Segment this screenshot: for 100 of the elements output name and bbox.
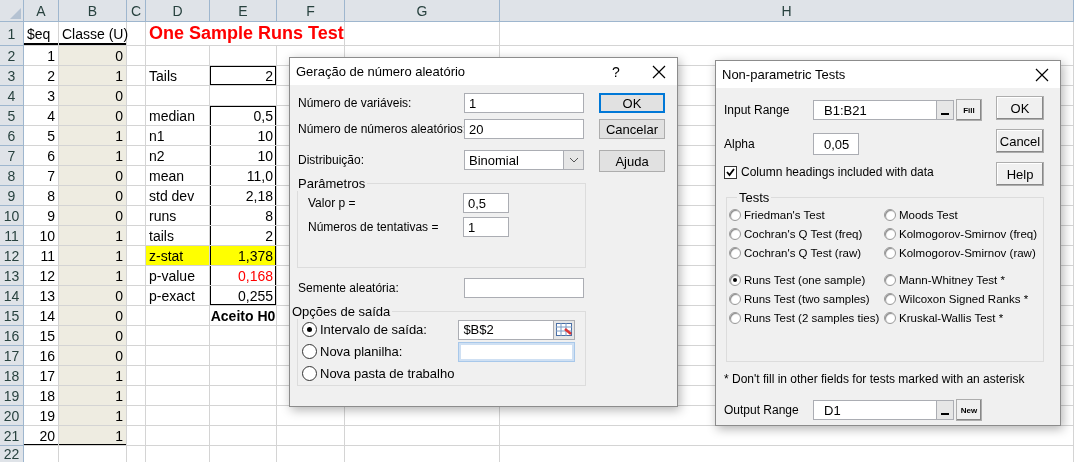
row-header[interactable]: 15 [0, 306, 24, 326]
radio-button[interactable] [729, 247, 741, 259]
row-header[interactable]: 20 [0, 406, 24, 426]
radio-option[interactable]: Kruskal-Wallis Test * [884, 312, 1043, 324]
radio-option[interactable]: Intervalo de saída: [302, 322, 459, 337]
radio-button[interactable] [884, 312, 896, 324]
column-header[interactable]: H [500, 0, 1074, 22]
radio-button[interactable] [302, 366, 317, 381]
column-header[interactable]: F [277, 0, 345, 22]
dialog-button[interactable]: Help [996, 162, 1044, 186]
collapse-button[interactable] [936, 101, 953, 119]
radio-option[interactable]: Friedman's Test [729, 209, 884, 221]
fill-button[interactable]: Fill [956, 99, 982, 121]
dialog-button[interactable]: OK [996, 96, 1044, 120]
dropdown[interactable]: Binomial [464, 150, 584, 170]
radio-button[interactable] [729, 274, 741, 286]
row-header[interactable]: 19 [0, 386, 24, 406]
close-icon [652, 64, 666, 79]
radio-option[interactable]: Runs Test (two samples) [729, 293, 884, 305]
row-header[interactable]: 18 [0, 366, 24, 386]
radio-option[interactable]: Kolmogorov-Smirnov (raw) [884, 247, 1043, 259]
radio-button[interactable] [884, 274, 896, 286]
dialog-button[interactable]: OK [599, 93, 665, 113]
row-header[interactable]: 11 [0, 226, 24, 246]
row-header[interactable]: 21 [0, 426, 24, 446]
input-field[interactable]: 0,05 [813, 133, 859, 155]
row-header[interactable]: 12 [0, 246, 24, 266]
row-header[interactable]: 2 [0, 46, 24, 66]
row-header[interactable]: 1 [0, 22, 24, 46]
input-field[interactable]: 0,5 [463, 193, 509, 213]
radio-option[interactable]: Cochran's Q Test (raw) [729, 247, 884, 259]
column-header[interactable]: C [127, 0, 146, 22]
radio-button[interactable] [884, 209, 896, 221]
row-header[interactable]: 8 [0, 166, 24, 186]
row-header[interactable]: 13 [0, 266, 24, 286]
table-cell: mean [146, 166, 210, 186]
radio-option[interactable]: Cochran's Q Test (freq) [729, 228, 884, 240]
row-header[interactable]: 9 [0, 186, 24, 206]
dialog-button[interactable]: Cancelar [599, 119, 665, 139]
empty-cell [127, 226, 146, 246]
radio-option[interactable]: Moods Test [884, 209, 1043, 221]
row-header[interactable]: 4 [0, 86, 24, 106]
empty-cell [127, 426, 146, 446]
dialog-button[interactable]: Cancel [996, 129, 1044, 153]
table-cell: 0 [59, 106, 127, 126]
select-all-corner[interactable] [0, 0, 24, 22]
input-field[interactable]: $B$2 [458, 319, 575, 340]
range-picker-button[interactable] [553, 320, 574, 339]
caret-icon [568, 157, 579, 163]
row-header[interactable]: 10 [0, 206, 24, 226]
radio-button[interactable] [729, 312, 741, 324]
group-label: Opções de saída [291, 304, 392, 319]
column-header[interactable]: A [24, 0, 59, 22]
input-field[interactable]: D1 [813, 400, 954, 420]
input-field[interactable] [464, 278, 584, 298]
row-header[interactable]: 7 [0, 146, 24, 166]
input-field[interactable]: 1 [463, 217, 509, 237]
column-header[interactable]: E [210, 0, 277, 22]
help-button[interactable]: ? [601, 63, 631, 80]
field-label: Números de tentativas = [308, 220, 440, 234]
checkbox[interactable] [724, 165, 737, 179]
row-header[interactable]: 16 [0, 326, 24, 346]
radio-button[interactable] [729, 209, 741, 221]
empty-cell [146, 46, 210, 66]
collapse-icon [941, 413, 949, 416]
radio-option[interactable]: Kolmogorov-Smirnov (freq) [884, 228, 1043, 240]
field-label: Semente aleatória: [298, 281, 400, 295]
group-label: Parâmetros [297, 176, 367, 191]
row-header[interactable]: 3 [0, 66, 24, 86]
radio-option[interactable]: Wilcoxon Signed Ranks * [884, 293, 1043, 305]
input-field[interactable]: B1:B21 [813, 100, 954, 120]
radio-option[interactable]: Mann-Whitney Test * [884, 274, 1043, 286]
row-header[interactable]: 14 [0, 286, 24, 306]
table-cell: 1 [59, 266, 127, 286]
input-field[interactable]: 20 [464, 119, 584, 139]
column-header[interactable]: G [345, 0, 500, 22]
radio-button[interactable] [729, 228, 741, 240]
radio-button[interactable] [884, 228, 896, 240]
radio-button[interactable] [302, 322, 317, 337]
radio-option[interactable]: Nova pasta de trabalho [302, 366, 463, 381]
collapse-button[interactable] [936, 401, 953, 419]
new-button[interactable]: New [956, 399, 982, 421]
input-field[interactable]: 1 [464, 93, 584, 113]
window-title: Geração de número aleatório [296, 64, 467, 79]
row-header[interactable]: 5 [0, 106, 24, 126]
checkmark-icon [726, 167, 735, 177]
radio-option[interactable]: Runs Test (one sample) [729, 274, 884, 286]
table-cell: 1 [59, 366, 127, 386]
dropdown-caret-button[interactable] [563, 151, 583, 169]
column-header[interactable]: B [59, 0, 127, 22]
column-header[interactable]: D [146, 0, 210, 22]
empty-cell [127, 406, 146, 426]
radio-button[interactable] [884, 293, 896, 305]
radio-button[interactable] [884, 247, 896, 259]
dialog-button[interactable]: Ajuda [599, 150, 665, 172]
radio-option[interactable]: Runs Test (2 samples ties) [729, 312, 884, 324]
row-header[interactable]: 22 [0, 446, 24, 462]
row-header[interactable]: 6 [0, 126, 24, 146]
row-header[interactable]: 17 [0, 346, 24, 366]
radio-button[interactable] [729, 293, 741, 305]
